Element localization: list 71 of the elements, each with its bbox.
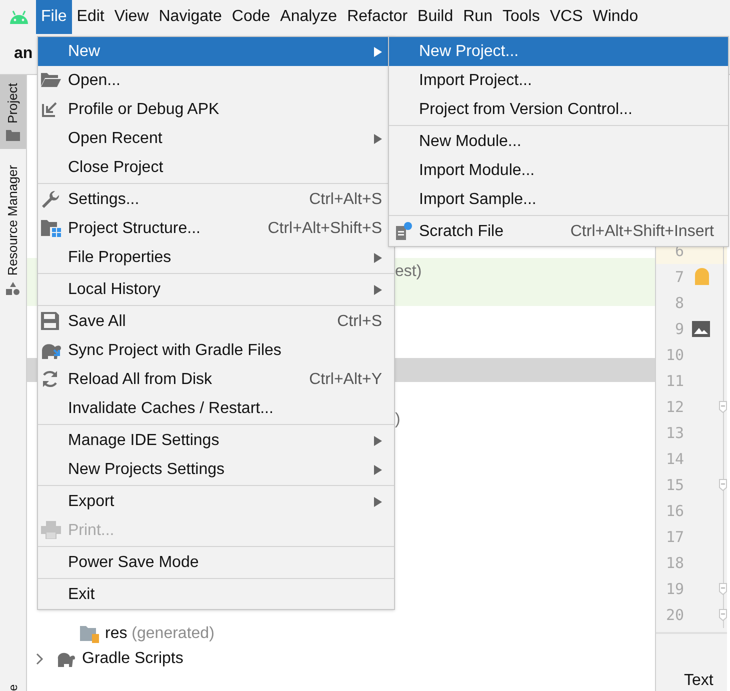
- fold-marker-icon[interactable]: [719, 609, 727, 621]
- menu-item[interactable]: Navigate: [154, 0, 227, 34]
- menu-item[interactable]: Refactor: [342, 0, 413, 34]
- menu-item[interactable]: Import Project...: [389, 66, 728, 95]
- fold-marker-icon[interactable]: [719, 583, 727, 595]
- printer-icon: [41, 521, 61, 539]
- tree-item[interactable]: res (generated): [105, 622, 214, 646]
- line-number: 11: [664, 370, 684, 392]
- menu-item[interactable]: File Properties: [38, 243, 394, 272]
- tool-window-tab[interactable]: Project: [0, 75, 26, 150]
- arrow-icon: [41, 100, 59, 118]
- line-number: 15: [664, 474, 684, 496]
- sync-icon: [41, 341, 63, 359]
- elephant-icon: [56, 650, 76, 666]
- tab-label: Project: [4, 83, 22, 124]
- folder-icon: [80, 624, 100, 642]
- reload-icon: [41, 370, 59, 388]
- menu-item[interactable]: Power Save Mode: [38, 548, 394, 577]
- menu-item[interactable]: View: [109, 0, 154, 34]
- tool-window-tab[interactable]: Resource Manager: [0, 157, 26, 304]
- folder-icon: [41, 71, 61, 87]
- line-number: 9: [674, 318, 684, 340]
- line-number: 18: [664, 552, 684, 574]
- menu-item[interactable]: New Projects Settings: [38, 455, 394, 484]
- menu-item[interactable]: Export: [38, 487, 394, 516]
- menu-item[interactable]: Local History: [38, 275, 394, 304]
- folder-icon: [41, 219, 62, 237]
- line-number: 17: [664, 526, 684, 548]
- save-icon: [41, 312, 59, 330]
- line-number: 10: [664, 344, 684, 366]
- menu-item[interactable]: VCS: [544, 0, 588, 34]
- tab-label: e: [7, 683, 19, 691]
- code-text: est): [395, 263, 422, 280]
- line-number: 20: [664, 604, 684, 626]
- menu-item[interactable]: Invalidate Caches / Restart...: [38, 394, 394, 423]
- menu-item[interactable]: Manage IDE Settings: [38, 426, 394, 455]
- tab-label: Resource Manager: [4, 165, 22, 276]
- menu-item[interactable]: Save All Ctrl+S: [38, 307, 394, 336]
- line-number: 8: [674, 292, 684, 314]
- menu-item[interactable]: Import Module...: [389, 156, 728, 185]
- line-number: 7: [674, 266, 684, 288]
- menu-item[interactable]: Edit: [72, 0, 110, 34]
- line-number: 13: [664, 422, 684, 444]
- tree-item[interactable]: Gradle Scripts: [82, 646, 184, 670]
- editor-tab[interactable]: Text: [684, 673, 727, 689]
- fold-marker-icon[interactable]: [719, 401, 727, 413]
- line-number: 12: [664, 396, 684, 418]
- line-number: 14: [664, 448, 684, 470]
- menu-item[interactable]: Sync Project with Gradle Files: [38, 336, 394, 365]
- menu-item[interactable]: Analyze: [275, 0, 342, 34]
- menu-item[interactable]: Reload All from Disk Ctrl+Alt+Y: [38, 365, 394, 394]
- android-logo-icon: [8, 10, 30, 24]
- project-title: an: [14, 44, 33, 64]
- fold-marker-icon[interactable]: [719, 479, 727, 491]
- image-icon: [692, 321, 710, 337]
- code-text: ): [395, 411, 400, 428]
- menu-item[interactable]: Run: [458, 0, 498, 34]
- menu-item[interactable]: Code: [226, 0, 276, 34]
- menu-item[interactable]: Windo: [588, 0, 644, 34]
- tab-icon: [6, 129, 20, 142]
- document-icon: [396, 222, 412, 240]
- wrench-icon: [41, 190, 61, 210]
- chevron-icon[interactable]: [36, 652, 44, 664]
- menu-item[interactable]: Exit: [38, 580, 394, 609]
- menu-item[interactable]: Build: [412, 0, 458, 34]
- menu-item[interactable]: New Project...: [389, 37, 728, 66]
- menu-item[interactable]: Tools: [497, 0, 545, 34]
- tab-icon: [6, 282, 20, 296]
- line-number: 16: [664, 500, 684, 522]
- line-number: 19: [664, 578, 684, 600]
- menu-item[interactable]: File: [36, 0, 72, 34]
